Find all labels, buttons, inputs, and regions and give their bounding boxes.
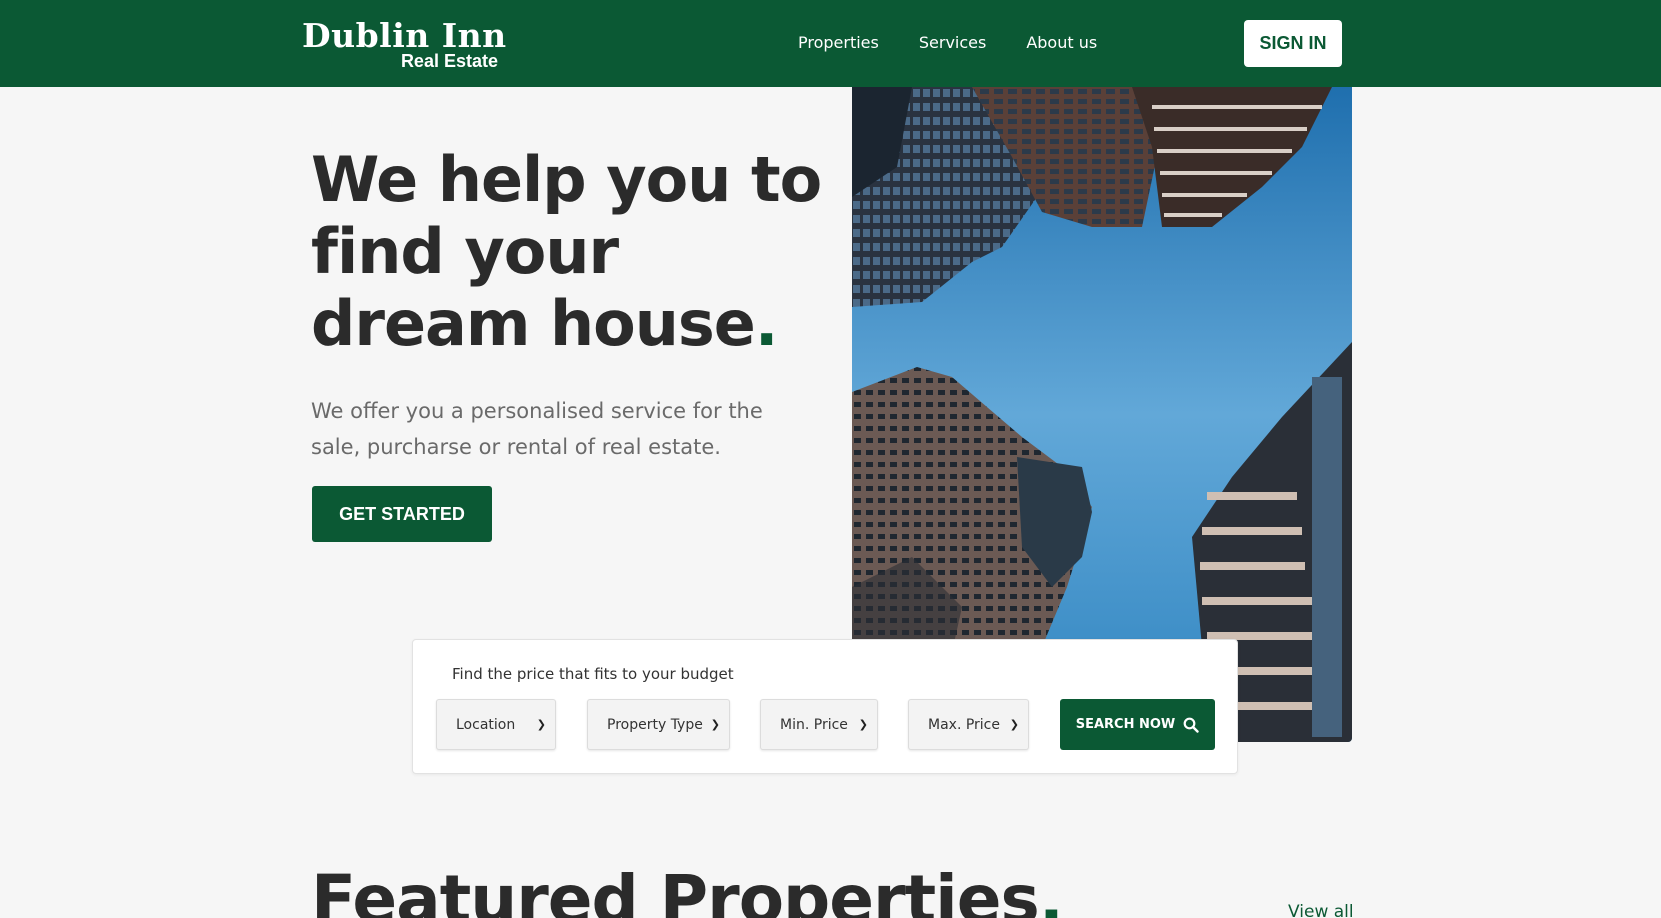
hero-subtitle: We offer you a personalised service for … bbox=[311, 399, 763, 459]
hero-title: We help you to find your dream house. bbox=[311, 144, 831, 360]
chevron-down-icon: ❯ bbox=[710, 718, 720, 731]
view-all-link[interactable]: View all bbox=[1288, 902, 1354, 918]
main-nav: Properties Services About us bbox=[798, 33, 1097, 52]
search-panel-label: Find the price that fits to your budget bbox=[452, 665, 734, 683]
search-now-label: SEARCH NOW bbox=[1075, 717, 1176, 732]
brand-name: Dublin Inn bbox=[302, 16, 507, 55]
featured-properties-title: Featured Properties bbox=[311, 861, 1040, 918]
hero-title-dot: . bbox=[754, 287, 779, 360]
get-started-button[interactable]: GET STARTED bbox=[312, 486, 492, 542]
max-price-select[interactable]: Max. Price ❯ bbox=[908, 699, 1029, 750]
min-price-select-value: Min. Price bbox=[780, 716, 848, 733]
search-now-button[interactable]: SEARCH NOW bbox=[1060, 699, 1215, 750]
brand-logo[interactable]: Dublin Inn Real Estate bbox=[302, 16, 506, 72]
chevron-down-icon: ❯ bbox=[536, 718, 546, 731]
hero-title-line-1: We help you to bbox=[311, 143, 822, 216]
search-icon bbox=[1183, 717, 1199, 733]
hero-title-line-3: dream house bbox=[311, 287, 756, 360]
brand-tagline: Real Estate bbox=[400, 51, 498, 71]
chevron-down-icon: ❯ bbox=[1009, 718, 1019, 731]
location-select[interactable]: Location ❯ bbox=[436, 699, 556, 750]
site-header: Dublin Inn Real Estate Properties Servic… bbox=[0, 0, 1661, 87]
sign-in-button[interactable]: SIGN IN bbox=[1244, 20, 1342, 67]
hero-title-line-2: find your bbox=[311, 215, 619, 288]
search-panel: Find the price that fits to your budget … bbox=[412, 639, 1238, 774]
nav-services[interactable]: Services bbox=[919, 33, 986, 52]
featured-properties-heading: Featured Properties. bbox=[311, 860, 1064, 918]
max-price-select-value: Max. Price bbox=[928, 716, 1000, 733]
nav-about-us[interactable]: About us bbox=[1026, 33, 1097, 52]
nav-properties[interactable]: Properties bbox=[798, 33, 879, 52]
location-select-value: Location bbox=[456, 716, 516, 733]
min-price-select[interactable]: Min. Price ❯ bbox=[760, 699, 878, 750]
property-type-select[interactable]: Property Type ❯ bbox=[587, 699, 730, 750]
featured-properties-dot: . bbox=[1038, 861, 1064, 918]
chevron-down-icon: ❯ bbox=[858, 718, 868, 731]
property-type-select-value: Property Type bbox=[607, 716, 703, 733]
